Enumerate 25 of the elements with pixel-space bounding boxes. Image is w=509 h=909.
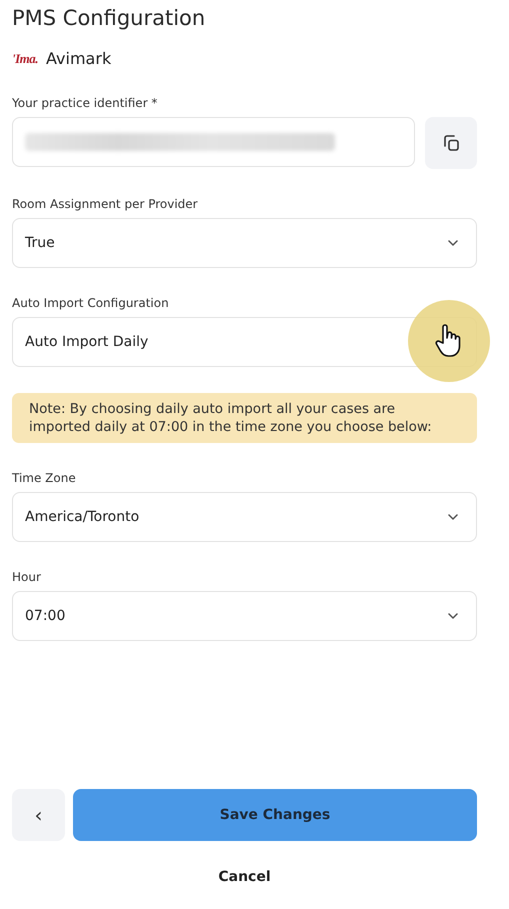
- back-button[interactable]: ‹: [12, 789, 65, 841]
- select-value: Auto Import Daily: [25, 334, 148, 350]
- select-field[interactable]: True: [12, 218, 477, 268]
- cancel-button[interactable]: Cancel: [210, 865, 279, 889]
- chevron-down-icon: [448, 514, 458, 520]
- field-label: Auto Import Configuration: [12, 296, 169, 310]
- select-value: 07:00: [25, 608, 66, 624]
- save-button[interactable]: Save Changes: [73, 789, 477, 841]
- copy-button[interactable]: [425, 117, 477, 169]
- select-field[interactable]: America/Toronto: [12, 492, 477, 542]
- pms-name: Avimark: [46, 49, 112, 68]
- copy-icon: [442, 134, 460, 152]
- field-label: Your practice identifier *: [12, 96, 158, 110]
- select-value: True: [25, 235, 55, 251]
- select-value: America/Toronto: [25, 509, 140, 525]
- practice-identifier-field[interactable]: [12, 117, 415, 167]
- field-label: Room Assignment per Provider: [12, 197, 198, 211]
- chevron-down-icon: [448, 240, 458, 246]
- field-label: Hour: [12, 570, 41, 584]
- chevron-down-icon: [448, 613, 458, 619]
- page-title: PMS Configuration: [12, 6, 206, 30]
- logo: 'Ima.: [12, 50, 38, 66]
- select-field[interactable]: 07:00: [12, 591, 477, 641]
- note-banner: Note: By choosing daily auto import all your cases are imported daily at 07:00 in the time zone you choose below:: [12, 393, 477, 443]
- field-label: Time Zone: [12, 471, 76, 485]
